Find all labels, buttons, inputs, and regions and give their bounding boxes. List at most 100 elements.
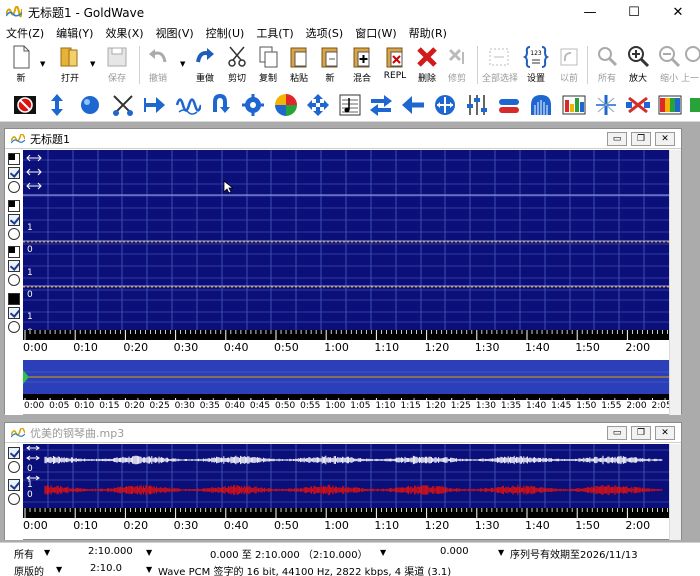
status-dropdown-icon[interactable]: ▼ [380, 548, 386, 557]
channel-select-square-3[interactable] [8, 246, 20, 258]
spectrum-icon[interactable] [561, 92, 587, 118]
menu-window[interactable]: 窗口(W) [349, 25, 402, 41]
undo-button[interactable]: 撤销 [141, 44, 175, 86]
dynamics-icon[interactable] [496, 92, 522, 118]
ruler-time-label: 2:00 [625, 341, 651, 354]
status-dropdown-icon[interactable]: ▼ [56, 565, 62, 574]
menu-control[interactable]: 控制(U) [200, 25, 251, 41]
equalizer-sliders-icon[interactable] [464, 92, 490, 118]
menu-tools[interactable]: 工具(T) [250, 25, 299, 41]
track-window-name: 无标题1 [30, 132, 70, 146]
child-minimize-button[interactable]: ▭ [607, 132, 627, 146]
piano-waveform-display[interactable]: 0 1 0 [23, 444, 669, 508]
overview-time-label: 0:10 [74, 401, 95, 411]
set-button[interactable]: 123 设置 [519, 44, 553, 86]
vertical-scrollbar[interactable] [669, 150, 681, 415]
redo-arrow-icon [196, 48, 214, 63]
menu-edit[interactable]: 编辑(Y) [50, 25, 99, 41]
child-restore-button[interactable]: ❐ [631, 426, 651, 440]
menu-file[interactable]: 文件(Z) [0, 25, 50, 41]
doppler-dome-icon[interactable] [528, 92, 554, 118]
noise-reduction-icon[interactable] [593, 92, 619, 118]
time-ruler[interactable]: 0:00 0:10 0:20 0:30 0:40 0:50 1:00 1:10 1:20 1:30… [23, 330, 669, 356]
filter-scissors-icon[interactable] [110, 92, 136, 118]
zoom-in-button[interactable]: 放大 [621, 44, 655, 86]
open-button[interactable]: 打开 [53, 44, 87, 86]
mix-button[interactable]: 混合 [345, 44, 379, 86]
clipboard-icon [290, 47, 307, 68]
status-dropdown-icon[interactable]: ▼ [498, 548, 504, 557]
replace-button[interactable]: REPL [378, 44, 412, 86]
stop-effect-icon[interactable] [12, 92, 38, 118]
menu-help[interactable]: 帮助(R) [403, 25, 453, 41]
new-dropdown-icon[interactable]: ▼ [40, 60, 45, 68]
color-bars-icon[interactable] [657, 92, 683, 118]
more-effects-icon[interactable] [689, 92, 700, 118]
channel-right-radio[interactable] [8, 493, 20, 505]
paste-button[interactable]: 粘贴 [282, 44, 316, 86]
redo-button[interactable]: 重做 [188, 44, 222, 86]
open-dropdown-icon[interactable]: ▼ [90, 60, 95, 68]
menu-effects[interactable]: 效果(X) [99, 25, 149, 41]
save-button[interactable]: 保存 [100, 44, 134, 86]
cut-button[interactable]: 剪切 [220, 44, 254, 86]
status-dropdown-icon[interactable]: ▼ [146, 548, 152, 557]
music-score-icon[interactable] [337, 92, 363, 118]
child-close-button[interactable]: ✕ [655, 132, 675, 146]
status-dropdown-icon[interactable]: ▼ [146, 565, 152, 574]
copy-button[interactable]: 复制 [251, 44, 285, 86]
select-all-button[interactable]: 全部选择 [482, 44, 518, 86]
prev-page-button[interactable]: 上一 [680, 44, 700, 86]
delete-button[interactable]: 删除 [410, 44, 444, 86]
maximize-button[interactable]: ☐ [612, 0, 656, 24]
channel-4-radio[interactable] [8, 321, 20, 333]
channel-right-checkbox[interactable] [8, 479, 20, 491]
channel-2-radio[interactable] [8, 228, 20, 240]
menu-options[interactable]: 选项(S) [300, 25, 350, 41]
new-button[interactable]: 新 [4, 44, 38, 86]
child-close-button[interactable]: ✕ [655, 426, 675, 440]
track-window-title-bar[interactable]: 优美的钢琴曲.mp3 ▭ ❐ ✕ [5, 423, 681, 443]
child-restore-button[interactable]: ❐ [631, 132, 651, 146]
color-wheel-icon[interactable] [273, 92, 299, 118]
status-dropdown-icon[interactable]: ▼ [44, 548, 50, 557]
channel-3-radio[interactable] [8, 274, 20, 286]
undo-dropdown-icon[interactable]: ▼ [180, 60, 185, 68]
volume-updown-icon[interactable] [44, 92, 70, 118]
paste-new-button[interactable]: 新 [313, 44, 347, 86]
time-ruler-labels: 0:00 0:10 0:20 0:30 0:40 0:50 1:00 1:10 1:20 1:30… [23, 340, 669, 356]
channel-left-checkbox[interactable] [8, 447, 20, 459]
piano-time-ruler[interactable]: 0:00 0:10 0:20 0:30 0:40 0:50 1:00 1:10 1:20 1:30… [23, 508, 669, 534]
overview-display[interactable] [23, 360, 669, 394]
channel-select-square-1[interactable] [8, 153, 20, 165]
minimize-button[interactable]: — [568, 0, 612, 24]
waveform-display[interactable]: 1 0 1 0 1 0 [23, 150, 669, 330]
child-minimize-button[interactable]: ▭ [607, 426, 627, 440]
channel-select-square-4[interactable] [8, 293, 20, 305]
channel-mixer-icon[interactable] [625, 92, 651, 118]
swap-channels-icon[interactable] [368, 92, 394, 118]
previous-button[interactable]: 以前 [552, 44, 586, 86]
pan-circle-icon[interactable] [432, 92, 458, 118]
channel-select-square-2[interactable] [8, 200, 20, 212]
channel-2-checkbox[interactable] [8, 214, 20, 226]
overview-ruler[interactable]: 0:00 0:05 0:10 0:15 0:20 0:25 0:30 0:35 0:40 0:45… [23, 394, 672, 414]
expand-arrows-icon[interactable] [305, 92, 331, 118]
left-arrow-icon[interactable] [400, 92, 426, 118]
track-window-title-bar[interactable]: 无标题1 ▭ ❐ ✕ [5, 129, 681, 149]
vertical-scrollbar[interactable] [669, 444, 681, 540]
menu-view[interactable]: 视图(V) [150, 25, 200, 41]
trim-button[interactable]: 修剪 [440, 44, 474, 86]
channel-1-checkbox[interactable] [8, 167, 20, 179]
channel-4-checkbox[interactable] [8, 307, 20, 319]
channel-3-checkbox[interactable] [8, 260, 20, 272]
close-button[interactable]: ✕ [656, 0, 700, 24]
zoom-all-button[interactable]: 所有 [590, 44, 624, 86]
gear-compressor-icon[interactable] [240, 92, 266, 118]
wave-shape-icon[interactable] [175, 92, 201, 118]
sphere-echo-icon[interactable] [77, 92, 103, 118]
channel-1-radio[interactable] [8, 181, 20, 193]
reverse-loop-icon[interactable] [207, 92, 233, 118]
channel-left-radio[interactable] [8, 461, 20, 473]
fade-arrow-icon[interactable] [142, 92, 168, 118]
